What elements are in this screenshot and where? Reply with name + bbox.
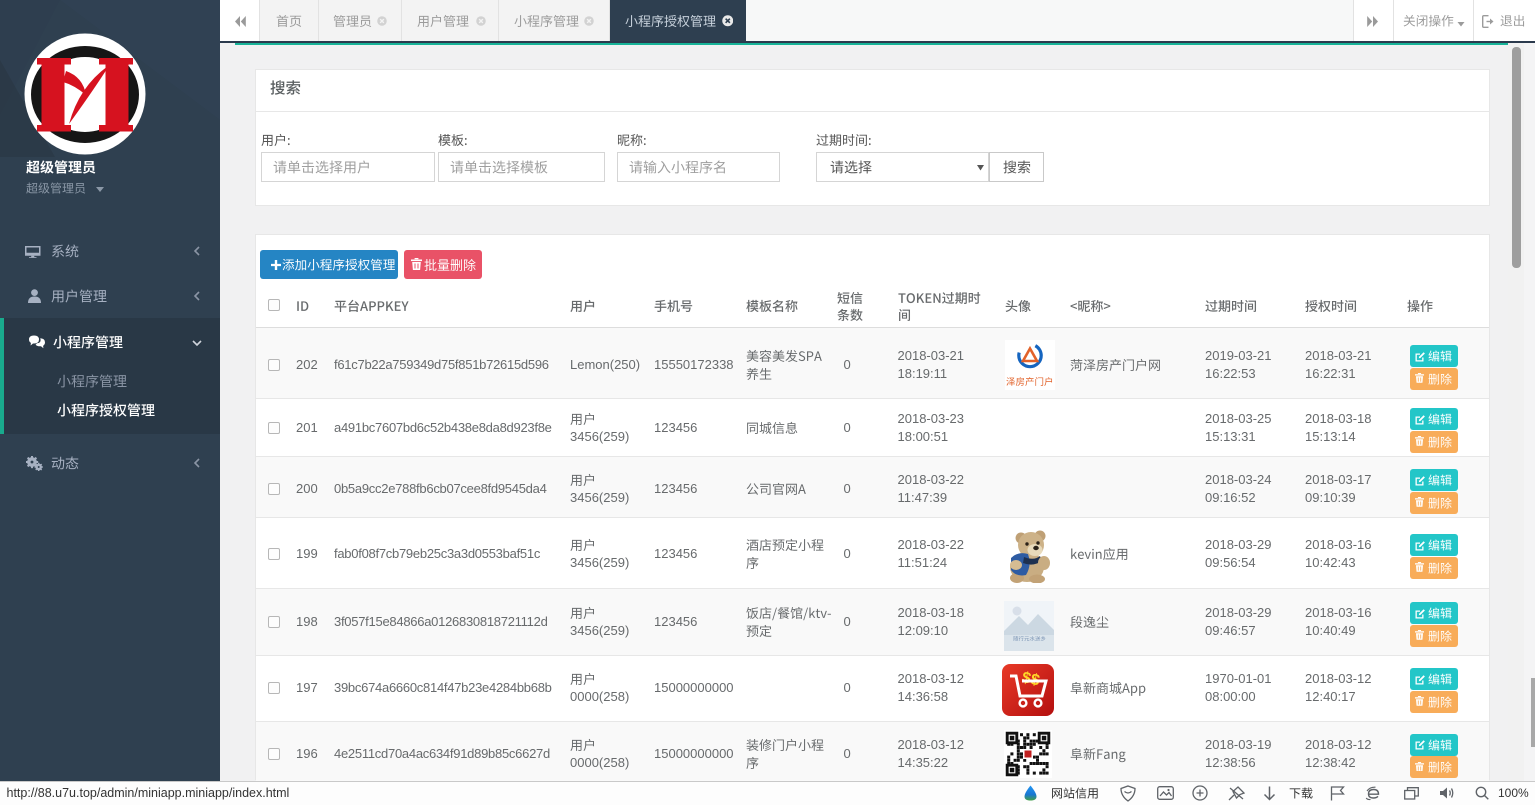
- svg-text:$$: $$: [1020, 669, 1041, 689]
